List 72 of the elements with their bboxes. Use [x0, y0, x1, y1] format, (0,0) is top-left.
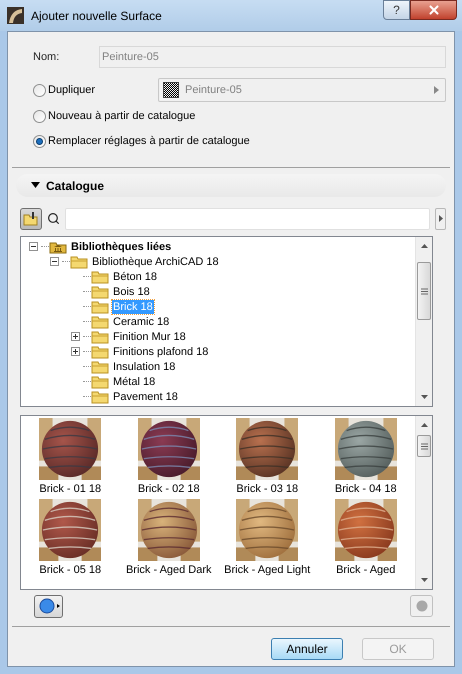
material-tile[interactable]: Brick - Aged Light	[218, 499, 316, 576]
info-icon	[416, 600, 428, 612]
radio-label[interactable]: Dupliquer	[48, 82, 96, 98]
collapse-triangle-icon	[31, 182, 40, 189]
caret-icon	[434, 86, 439, 94]
folder-icon	[70, 254, 88, 268]
material-label: Brick - 04 18	[334, 483, 397, 495]
field-label: Nom:	[32, 50, 60, 65]
material-tile[interactable]: Brick - Aged	[316, 499, 415, 576]
material-label: Brick - Aged Dark	[126, 564, 212, 576]
material-label: Brick - 02 18	[138, 483, 200, 495]
search-icon	[47, 212, 60, 225]
folder-icon	[91, 344, 109, 358]
tree-item[interactable]: Métal 18	[112, 374, 156, 388]
close-icon	[426, 3, 440, 17]
scrollbar-thumb[interactable]	[417, 262, 431, 320]
expand-icon[interactable]	[71, 332, 80, 341]
radio-label[interactable]: Nouveau à partir de catalogue	[48, 108, 196, 125]
material-tile[interactable]: Brick - 04 18	[316, 418, 415, 495]
radio-button[interactable]	[33, 84, 46, 96]
caret-icon	[438, 215, 442, 222]
app-icon	[7, 7, 24, 24]
collapse-icon[interactable]	[29, 242, 38, 251]
tree-item[interactable]: Finitions plafond 18	[112, 344, 210, 358]
radio-label[interactable]: Remplacer réglages à partir de catalogue	[48, 133, 250, 150]
material-tile[interactable]: Brick - 05 18	[21, 499, 120, 576]
library-filter-button[interactable]	[20, 208, 42, 230]
folder-icon	[91, 360, 109, 374]
material-tile[interactable]: Brick - 03 18	[218, 418, 316, 495]
section-header[interactable]: Catalogue	[16, 174, 446, 197]
pattern-swatch-icon	[163, 82, 179, 98]
material-tile[interactable]: Brick - 01 18	[21, 418, 120, 495]
library-icon	[49, 240, 67, 254]
tree-item[interactable]: Bibliothèque ArchiCAD 18	[91, 254, 220, 268]
folder-icon	[91, 374, 109, 388]
material-label: Brick - 01 18	[39, 483, 102, 495]
window-title: Ajouter nouvelle Surface	[31, 8, 162, 24]
scrollbar-thumb[interactable]	[417, 435, 431, 457]
folder-icon	[91, 300, 109, 314]
material-menu-button[interactable]	[34, 594, 63, 618]
folder-brush-icon	[23, 211, 39, 226]
material-label: Brick - Aged Light	[224, 564, 310, 576]
tree-item[interactable]: Insulation 18	[112, 360, 176, 374]
sphere-icon	[38, 598, 60, 614]
expand-icon[interactable]	[71, 347, 80, 356]
help-button[interactable]: ?	[383, 0, 410, 20]
material-tile[interactable]: Brick - Aged Dark	[120, 499, 218, 576]
tree-item[interactable]: Pavement 18	[112, 390, 179, 404]
scrollbar[interactable]	[415, 416, 432, 589]
collapse-icon[interactable]	[50, 257, 59, 266]
folder-icon	[91, 270, 109, 284]
material-label: Brick - 05 18	[39, 564, 102, 576]
radio-button[interactable]	[33, 135, 46, 148]
tree-item[interactable]: Finition Mur 18	[112, 330, 187, 344]
material-label: Brick - Aged	[336, 564, 396, 576]
material-tile[interactable]: Brick - 02 18	[120, 418, 218, 495]
folder-icon	[91, 330, 109, 344]
tree-item[interactable]: Bois 18	[112, 284, 151, 298]
radio-button[interactable]	[33, 110, 46, 123]
tree-item[interactable]: Béton 18	[112, 270, 158, 284]
tree-item[interactable]: Bibliothèques liées	[70, 240, 172, 254]
material-label: Brick - 03 18	[236, 483, 298, 495]
picker-value: Peinture-05	[185, 82, 242, 98]
dialog-button[interactable]: Annuler	[271, 638, 343, 660]
options-button[interactable]	[435, 208, 446, 230]
tree-item[interactable]: Ceramic 18	[112, 314, 170, 328]
folder-icon	[91, 390, 109, 404]
scrollbar[interactable]	[415, 237, 432, 406]
close-button[interactable]	[410, 0, 457, 20]
folder-icon	[91, 314, 109, 328]
folder-icon	[91, 284, 109, 298]
search-field[interactable]	[65, 208, 430, 230]
